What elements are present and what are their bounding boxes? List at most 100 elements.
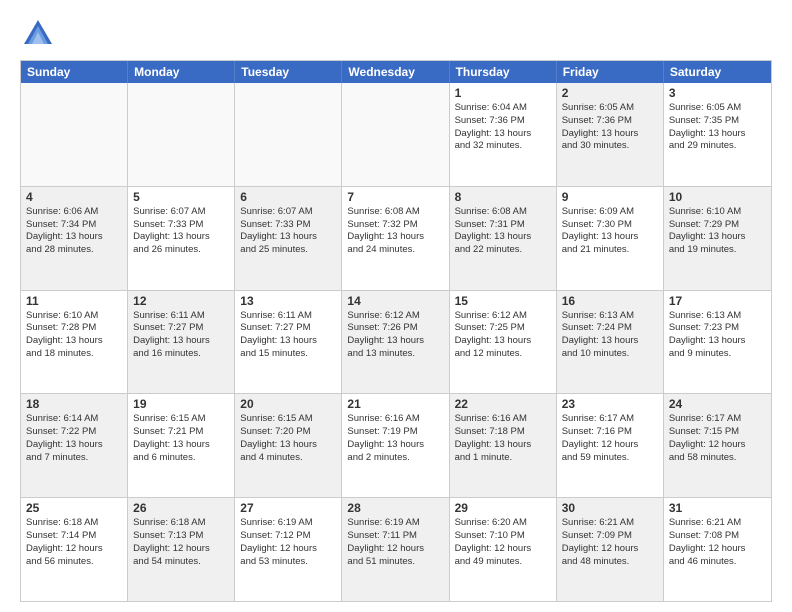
cal-header-cell: Thursday xyxy=(450,61,557,83)
calendar-row: 11 Sunrise: 6:10 AM Sunset: 7:28 PM Dayli… xyxy=(21,290,771,394)
day-info: Sunrise: 6:20 AM Sunset: 7:10 PM Dayligh… xyxy=(455,517,551,568)
calendar-cell: 10 Sunrise: 6:10 AM Sunset: 7:29 PM Dayli… xyxy=(664,187,771,290)
calendar-cell: 7 Sunrise: 6:08 AM Sunset: 7:32 PM Daylig… xyxy=(342,187,449,290)
day-number: 18 xyxy=(26,397,122,411)
day-info: Sunrise: 6:13 AM Sunset: 7:24 PM Dayligh… xyxy=(562,310,658,361)
logo xyxy=(20,16,60,52)
day-number: 5 xyxy=(133,190,229,204)
calendar-cell: 4 Sunrise: 6:06 AM Sunset: 7:34 PM Daylig… xyxy=(21,187,128,290)
calendar-cell: 20 Sunrise: 6:15 AM Sunset: 7:20 PM Dayli… xyxy=(235,394,342,497)
calendar-cell: 25 Sunrise: 6:18 AM Sunset: 7:14 PM Dayli… xyxy=(21,498,128,601)
day-info: Sunrise: 6:16 AM Sunset: 7:18 PM Dayligh… xyxy=(455,413,551,464)
day-number: 21 xyxy=(347,397,443,411)
day-number: 10 xyxy=(669,190,766,204)
calendar-header: SundayMondayTuesdayWednesdayThursdayFrid… xyxy=(21,61,771,83)
day-number: 15 xyxy=(455,294,551,308)
day-info: Sunrise: 6:05 AM Sunset: 7:36 PM Dayligh… xyxy=(562,102,658,153)
calendar-row: 4 Sunrise: 6:06 AM Sunset: 7:34 PM Daylig… xyxy=(21,186,771,290)
day-number: 29 xyxy=(455,501,551,515)
day-info: Sunrise: 6:19 AM Sunset: 7:11 PM Dayligh… xyxy=(347,517,443,568)
day-info: Sunrise: 6:07 AM Sunset: 7:33 PM Dayligh… xyxy=(240,206,336,257)
calendar-cell: 11 Sunrise: 6:10 AM Sunset: 7:28 PM Dayli… xyxy=(21,291,128,394)
day-number: 28 xyxy=(347,501,443,515)
calendar-cell: 17Sunrise: 6:13 AM Sunset: 7:23 PM Dayli… xyxy=(664,291,771,394)
calendar-cell: 15 Sunrise: 6:12 AM Sunset: 7:25 PM Dayli… xyxy=(450,291,557,394)
calendar-row: 18 Sunrise: 6:14 AM Sunset: 7:22 PM Dayli… xyxy=(21,393,771,497)
calendar-cell: 29 Sunrise: 6:20 AM Sunset: 7:10 PM Dayli… xyxy=(450,498,557,601)
day-number: 12 xyxy=(133,294,229,308)
day-number: 16 xyxy=(562,294,658,308)
day-info: Sunrise: 6:09 AM Sunset: 7:30 PM Dayligh… xyxy=(562,206,658,257)
day-info: Sunrise: 6:15 AM Sunset: 7:20 PM Dayligh… xyxy=(240,413,336,464)
day-number: 20 xyxy=(240,397,336,411)
day-info: Sunrise: 6:06 AM Sunset: 7:34 PM Dayligh… xyxy=(26,206,122,257)
calendar-cell: 9Sunrise: 6:09 AM Sunset: 7:30 PM Daylig… xyxy=(557,187,664,290)
calendar-cell: 2 Sunrise: 6:05 AM Sunset: 7:36 PM Daylig… xyxy=(557,83,664,186)
day-info: Sunrise: 6:10 AM Sunset: 7:29 PM Dayligh… xyxy=(669,206,766,257)
day-info: Sunrise: 6:05 AM Sunset: 7:35 PM Dayligh… xyxy=(669,102,766,153)
day-number: 2 xyxy=(562,86,658,100)
day-info: Sunrise: 6:10 AM Sunset: 7:28 PM Dayligh… xyxy=(26,310,122,361)
day-number: 11 xyxy=(26,294,122,308)
calendar-cell: 19Sunrise: 6:15 AM Sunset: 7:21 PM Dayli… xyxy=(128,394,235,497)
day-info: Sunrise: 6:07 AM Sunset: 7:33 PM Dayligh… xyxy=(133,206,229,257)
calendar-cell: 31Sunrise: 6:21 AM Sunset: 7:08 PM Dayli… xyxy=(664,498,771,601)
calendar-cell: 26Sunrise: 6:18 AM Sunset: 7:13 PM Dayli… xyxy=(128,498,235,601)
cal-header-cell: Saturday xyxy=(664,61,771,83)
calendar-body: 1Sunrise: 6:04 AM Sunset: 7:36 PM Daylig… xyxy=(21,83,771,601)
calendar-cell: 8Sunrise: 6:08 AM Sunset: 7:31 PM Daylig… xyxy=(450,187,557,290)
day-number: 14 xyxy=(347,294,443,308)
day-info: Sunrise: 6:21 AM Sunset: 7:09 PM Dayligh… xyxy=(562,517,658,568)
calendar-cell xyxy=(21,83,128,186)
cal-header-cell: Sunday xyxy=(21,61,128,83)
calendar-cell: 16 Sunrise: 6:13 AM Sunset: 7:24 PM Dayli… xyxy=(557,291,664,394)
calendar-row: 1Sunrise: 6:04 AM Sunset: 7:36 PM Daylig… xyxy=(21,83,771,186)
day-number: 6 xyxy=(240,190,336,204)
cal-header-cell: Monday xyxy=(128,61,235,83)
calendar-cell: 18 Sunrise: 6:14 AM Sunset: 7:22 PM Dayli… xyxy=(21,394,128,497)
day-number: 19 xyxy=(133,397,229,411)
calendar-cell: 1Sunrise: 6:04 AM Sunset: 7:36 PM Daylig… xyxy=(450,83,557,186)
day-info: Sunrise: 6:18 AM Sunset: 7:13 PM Dayligh… xyxy=(133,517,229,568)
day-number: 4 xyxy=(26,190,122,204)
day-info: Sunrise: 6:11 AM Sunset: 7:27 PM Dayligh… xyxy=(240,310,336,361)
cal-header-cell: Tuesday xyxy=(235,61,342,83)
cal-header-cell: Friday xyxy=(557,61,664,83)
day-info: Sunrise: 6:17 AM Sunset: 7:15 PM Dayligh… xyxy=(669,413,766,464)
day-number: 24 xyxy=(669,397,766,411)
calendar-cell: 5 Sunrise: 6:07 AM Sunset: 7:33 PM Daylig… xyxy=(128,187,235,290)
calendar: SundayMondayTuesdayWednesdayThursdayFrid… xyxy=(20,60,772,602)
day-info: Sunrise: 6:14 AM Sunset: 7:22 PM Dayligh… xyxy=(26,413,122,464)
day-info: Sunrise: 6:12 AM Sunset: 7:26 PM Dayligh… xyxy=(347,310,443,361)
day-info: Sunrise: 6:19 AM Sunset: 7:12 PM Dayligh… xyxy=(240,517,336,568)
day-number: 23 xyxy=(562,397,658,411)
day-info: Sunrise: 6:13 AM Sunset: 7:23 PM Dayligh… xyxy=(669,310,766,361)
day-number: 30 xyxy=(562,501,658,515)
calendar-cell: 21 Sunrise: 6:16 AM Sunset: 7:19 PM Dayli… xyxy=(342,394,449,497)
cal-header-cell: Wednesday xyxy=(342,61,449,83)
day-number: 3 xyxy=(669,86,766,100)
day-info: Sunrise: 6:17 AM Sunset: 7:16 PM Dayligh… xyxy=(562,413,658,464)
day-number: 25 xyxy=(26,501,122,515)
calendar-cell: 24 Sunrise: 6:17 AM Sunset: 7:15 PM Dayli… xyxy=(664,394,771,497)
calendar-cell: 13 Sunrise: 6:11 AM Sunset: 7:27 PM Dayli… xyxy=(235,291,342,394)
calendar-cell xyxy=(235,83,342,186)
calendar-cell: 14 Sunrise: 6:12 AM Sunset: 7:26 PM Dayli… xyxy=(342,291,449,394)
header xyxy=(20,16,772,52)
calendar-cell: 6 Sunrise: 6:07 AM Sunset: 7:33 PM Daylig… xyxy=(235,187,342,290)
calendar-cell: 30 Sunrise: 6:21 AM Sunset: 7:09 PM Dayli… xyxy=(557,498,664,601)
day-info: Sunrise: 6:12 AM Sunset: 7:25 PM Dayligh… xyxy=(455,310,551,361)
logo-icon xyxy=(20,16,56,52)
day-info: Sunrise: 6:08 AM Sunset: 7:32 PM Dayligh… xyxy=(347,206,443,257)
day-info: Sunrise: 6:16 AM Sunset: 7:19 PM Dayligh… xyxy=(347,413,443,464)
day-info: Sunrise: 6:11 AM Sunset: 7:27 PM Dayligh… xyxy=(133,310,229,361)
calendar-cell: 3 Sunrise: 6:05 AM Sunset: 7:35 PM Daylig… xyxy=(664,83,771,186)
day-number: 31 xyxy=(669,501,766,515)
day-number: 7 xyxy=(347,190,443,204)
calendar-cell xyxy=(342,83,449,186)
day-number: 22 xyxy=(455,397,551,411)
calendar-cell: 23 Sunrise: 6:17 AM Sunset: 7:16 PM Dayli… xyxy=(557,394,664,497)
day-number: 13 xyxy=(240,294,336,308)
day-info: Sunrise: 6:18 AM Sunset: 7:14 PM Dayligh… xyxy=(26,517,122,568)
calendar-cell: 12 Sunrise: 6:11 AM Sunset: 7:27 PM Dayli… xyxy=(128,291,235,394)
